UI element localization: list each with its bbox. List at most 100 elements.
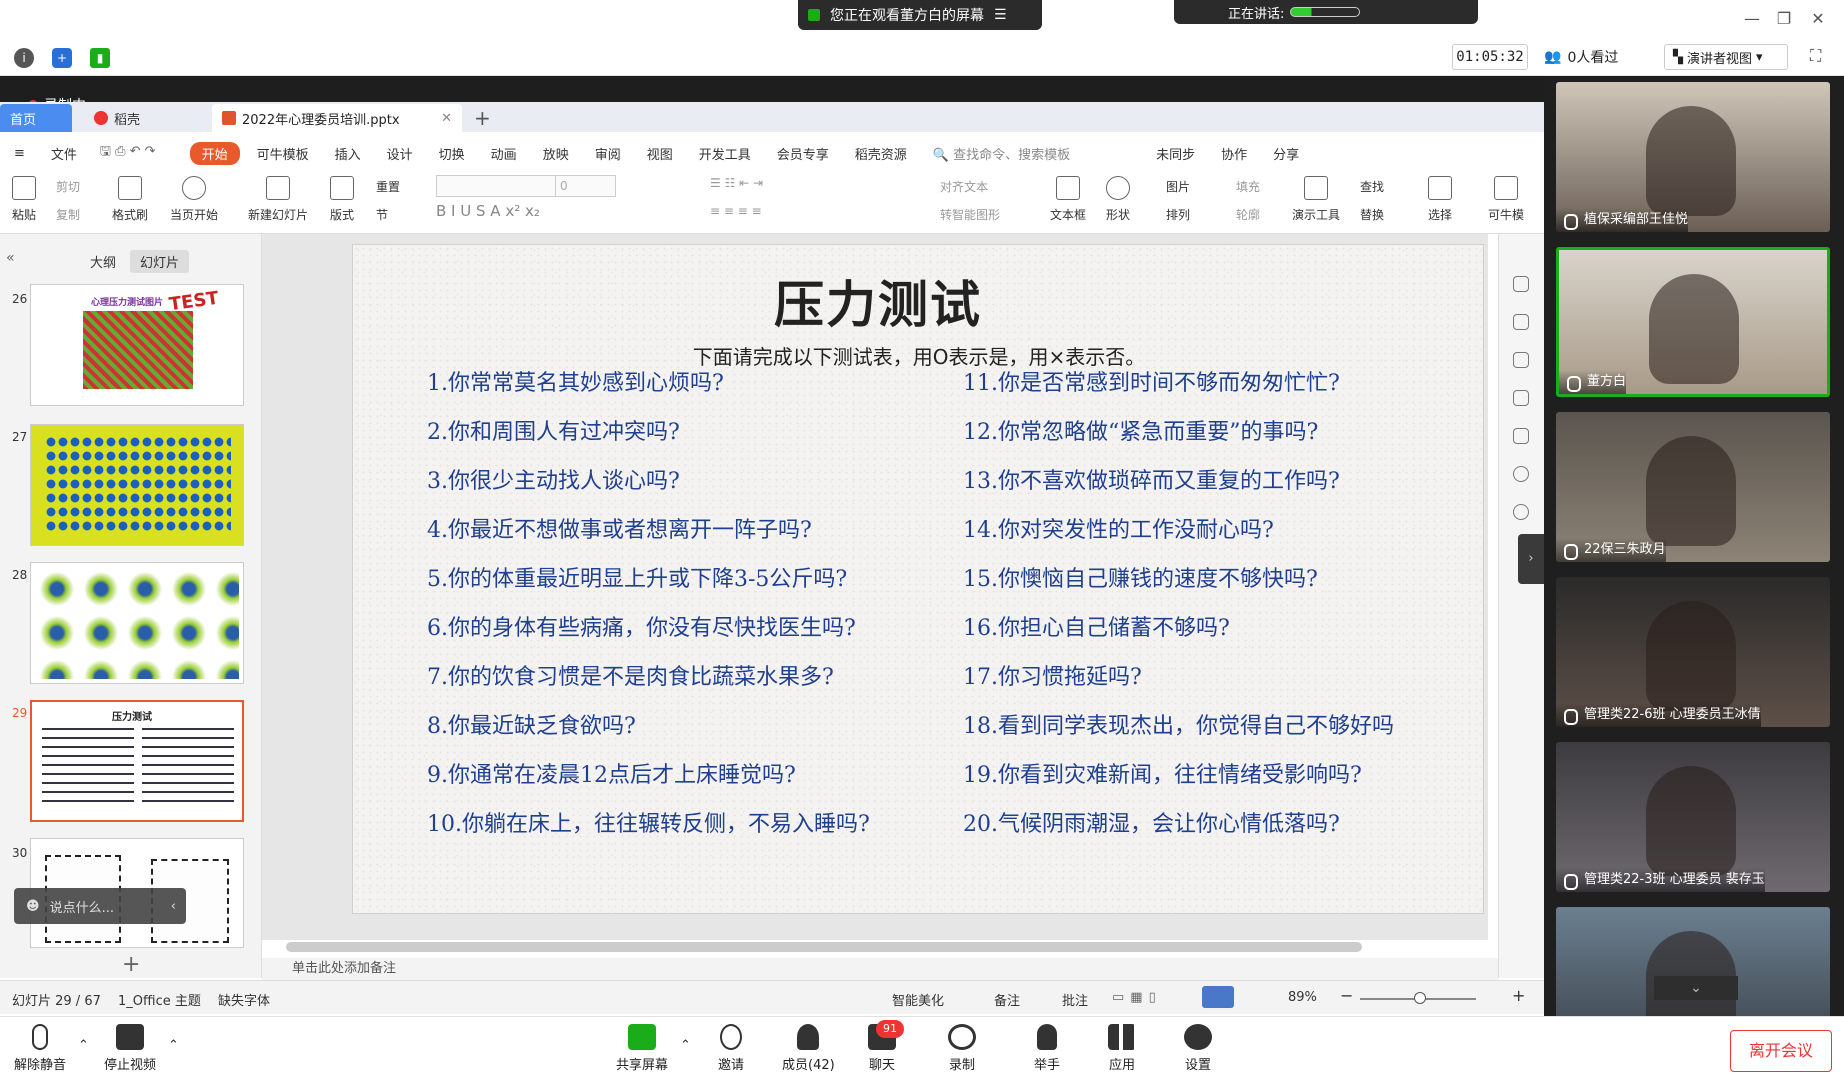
raise-hand-button[interactable]: 举手 <box>1034 1024 1060 1073</box>
section-button[interactable]: 节 <box>376 206 388 223</box>
notes-button[interactable]: 备注 <box>994 990 1020 1009</box>
menu-file[interactable]: 文件 <box>38 144 90 163</box>
collaborate-button[interactable]: 协作 <box>1208 144 1260 163</box>
layout-button[interactable]: 版式 <box>330 176 354 223</box>
copy-button[interactable]: 复制 <box>56 206 80 223</box>
fullscreen-icon[interactable]: ⛶ <box>1810 46 1830 66</box>
close-button[interactable]: ✕ <box>1806 8 1830 30</box>
slide[interactable]: 压力测试 下面请完成以下测试表，用O表示是，用×表示否。 1.你常常莫名其妙感到… <box>352 244 1484 914</box>
star-icon[interactable] <box>1513 352 1529 368</box>
target-icon[interactable] <box>1513 466 1529 482</box>
menu-icon[interactable]: ☰ <box>994 7 1007 23</box>
convert-smartart-button[interactable]: 转智能图形 <box>940 206 1000 223</box>
minimize-button[interactable]: — <box>1740 8 1764 30</box>
zoom-out-icon[interactable]: − <box>1340 986 1353 1005</box>
restore-button[interactable]: ❐ <box>1772 8 1796 30</box>
slide-thumbnail-27[interactable] <box>30 424 244 546</box>
missing-font-button[interactable]: 缺失字体 <box>218 990 270 1009</box>
apps-button[interactable]: 应用 <box>1108 1024 1136 1073</box>
chevron-up-icon[interactable]: ⌃ <box>680 1038 691 1053</box>
zoom-slider-handle[interactable] <box>1414 992 1426 1004</box>
unmute-button[interactable]: 解除静音 <box>14 1024 66 1073</box>
slide-thumbnail-28[interactable] <box>30 562 244 684</box>
collapse-pane-icon[interactable]: « <box>6 250 15 266</box>
picture-button[interactable]: 图片 <box>1166 178 1190 195</box>
scroll-down-icon[interactable]: ⌄ <box>1654 976 1738 1000</box>
participant-video-tile[interactable]: 植保采编部王佳悦 <box>1556 82 1830 232</box>
add-slide-icon[interactable]: + <box>122 952 140 977</box>
sliders-icon[interactable] <box>1513 314 1529 330</box>
textbox-button[interactable]: 文本框 <box>1050 176 1086 223</box>
find-button[interactable]: 查找 <box>1360 178 1384 195</box>
align-icons[interactable]: ≡ ≡ ≡ ≡ <box>710 204 762 218</box>
image-edit-icon[interactable] <box>1513 428 1529 444</box>
align-text-button[interactable]: 对齐文本 <box>940 178 988 195</box>
new-tab-icon[interactable]: + <box>474 106 491 130</box>
members-button[interactable]: 成员(42) <box>782 1024 835 1073</box>
format-painter-button[interactable]: 格式刷 <box>112 176 148 223</box>
tab-home[interactable]: 首页 <box>0 104 72 132</box>
chevron-up-icon[interactable]: ⌃ <box>168 1038 179 1053</box>
participant-video-tile[interactable]: 董方白 <box>1556 247 1830 397</box>
tab-slides[interactable]: 幻灯片 <box>130 250 190 273</box>
menu-slideshow[interactable]: 放映 <box>530 144 582 163</box>
rocket-icon[interactable] <box>1513 276 1529 292</box>
font-size-box[interactable]: 0 <box>556 175 616 197</box>
tab-document[interactable]: 2022年心理委员培训.pptx ✕ <box>212 104 462 132</box>
security-shield-icon[interactable]: + <box>52 48 72 68</box>
signal-stats-icon[interactable]: ▮ <box>90 48 110 68</box>
slide-thumbnail-26[interactable]: 心理压力测试图片 TEST <box>30 284 244 406</box>
stop-video-button[interactable]: 停止视频 <box>104 1024 156 1073</box>
share-button[interactable]: 分享 <box>1260 144 1312 163</box>
notes-bar[interactable]: 单击此处添加备注 <box>262 958 1498 980</box>
settings-button[interactable]: 设置 <box>1184 1024 1212 1073</box>
participant-video-tile[interactable]: 22保三朱政月 <box>1556 412 1830 562</box>
menu-resources[interactable]: 稻壳资源 <box>842 144 920 163</box>
font-name-box[interactable] <box>436 175 556 197</box>
share-screen-button[interactable]: 共享屏幕 <box>616 1024 668 1073</box>
list-icons[interactable]: ☰ ☷ ⇤ ⇥ <box>710 176 763 190</box>
comment-icon[interactable] <box>1513 390 1529 406</box>
play-current-button[interactable]: 当页开始 <box>170 176 218 223</box>
sync-status[interactable]: 未同步 <box>1143 144 1208 163</box>
paste-button[interactable]: 粘贴 <box>12 176 36 223</box>
menu-view[interactable]: 视图 <box>634 144 686 163</box>
menu-transition[interactable]: 切换 <box>426 144 478 163</box>
new-slide-button[interactable]: 新建幻灯片 <box>248 176 308 223</box>
participant-video-tile[interactable]: 管理类22-6班 心理委员王冰倩 <box>1556 577 1830 727</box>
chevron-up-icon[interactable]: ⌃ <box>78 1038 89 1053</box>
fill-button[interactable]: 填充 <box>1236 178 1260 195</box>
tab-daoke[interactable]: 稻壳 <box>84 104 204 132</box>
quick-access-icons[interactable]: 🖫 ⎙ ↶ ↷ <box>90 142 186 164</box>
reset-button[interactable]: 重置 <box>376 178 400 195</box>
chevron-left-icon[interactable]: ‹ <box>171 899 186 914</box>
comment-button[interactable]: 批注 <box>1062 990 1088 1009</box>
record-button[interactable]: 录制 <box>948 1024 976 1073</box>
speaker-view-dropdown[interactable]: ▚ 演讲者视图 ▾ <box>1664 44 1788 70</box>
shape-button[interactable]: 形状 <box>1106 176 1130 223</box>
viewers-count[interactable]: 👥 0人看过 <box>1544 44 1656 70</box>
horizontal-scrollbar[interactable] <box>286 942 1362 952</box>
menu-developer[interactable]: 开发工具 <box>686 144 764 163</box>
menu-member[interactable]: 会员专享 <box>764 144 842 163</box>
slide-thumbnail-29[interactable]: 压力测试 <box>30 700 244 822</box>
view-mode-icons[interactable]: ▭▦▯ <box>1112 990 1162 1005</box>
keniu-button[interactable]: 可牛模 <box>1488 176 1524 223</box>
select-button[interactable]: 选择 <box>1428 176 1452 223</box>
leave-meeting-button[interactable]: 离开会议 <box>1730 1030 1832 1072</box>
search-command[interactable]: 🔍 查找命令、搜索模板 <box>920 144 1083 163</box>
font-style-icons[interactable]: B I U S A x² x₂ <box>436 202 540 220</box>
invite-button[interactable]: 邀请 <box>718 1024 744 1073</box>
menu-home[interactable]: 开始 <box>189 141 240 165</box>
slideshow-play-button[interactable] <box>1202 986 1234 1008</box>
zoom-in-icon[interactable]: + <box>1512 986 1525 1005</box>
chat-input-bubble[interactable]: ☻ 说点什么... ‹ <box>14 888 186 924</box>
participant-video-tile[interactable]: 管理类22-3班 心理委员 裴存玉 <box>1556 742 1830 892</box>
zoom-level[interactable]: 89% <box>1288 990 1317 1005</box>
info-icon[interactable]: i <box>14 48 34 68</box>
share-banner[interactable]: 您正在观看董方白的屏幕 ☰ <box>798 0 1042 30</box>
tab-outline[interactable]: 大纲 <box>80 250 126 273</box>
menu-insert[interactable]: 插入 <box>322 144 374 163</box>
hamburger-icon[interactable]: ≡ <box>0 146 38 161</box>
menu-review[interactable]: 审阅 <box>582 144 634 163</box>
